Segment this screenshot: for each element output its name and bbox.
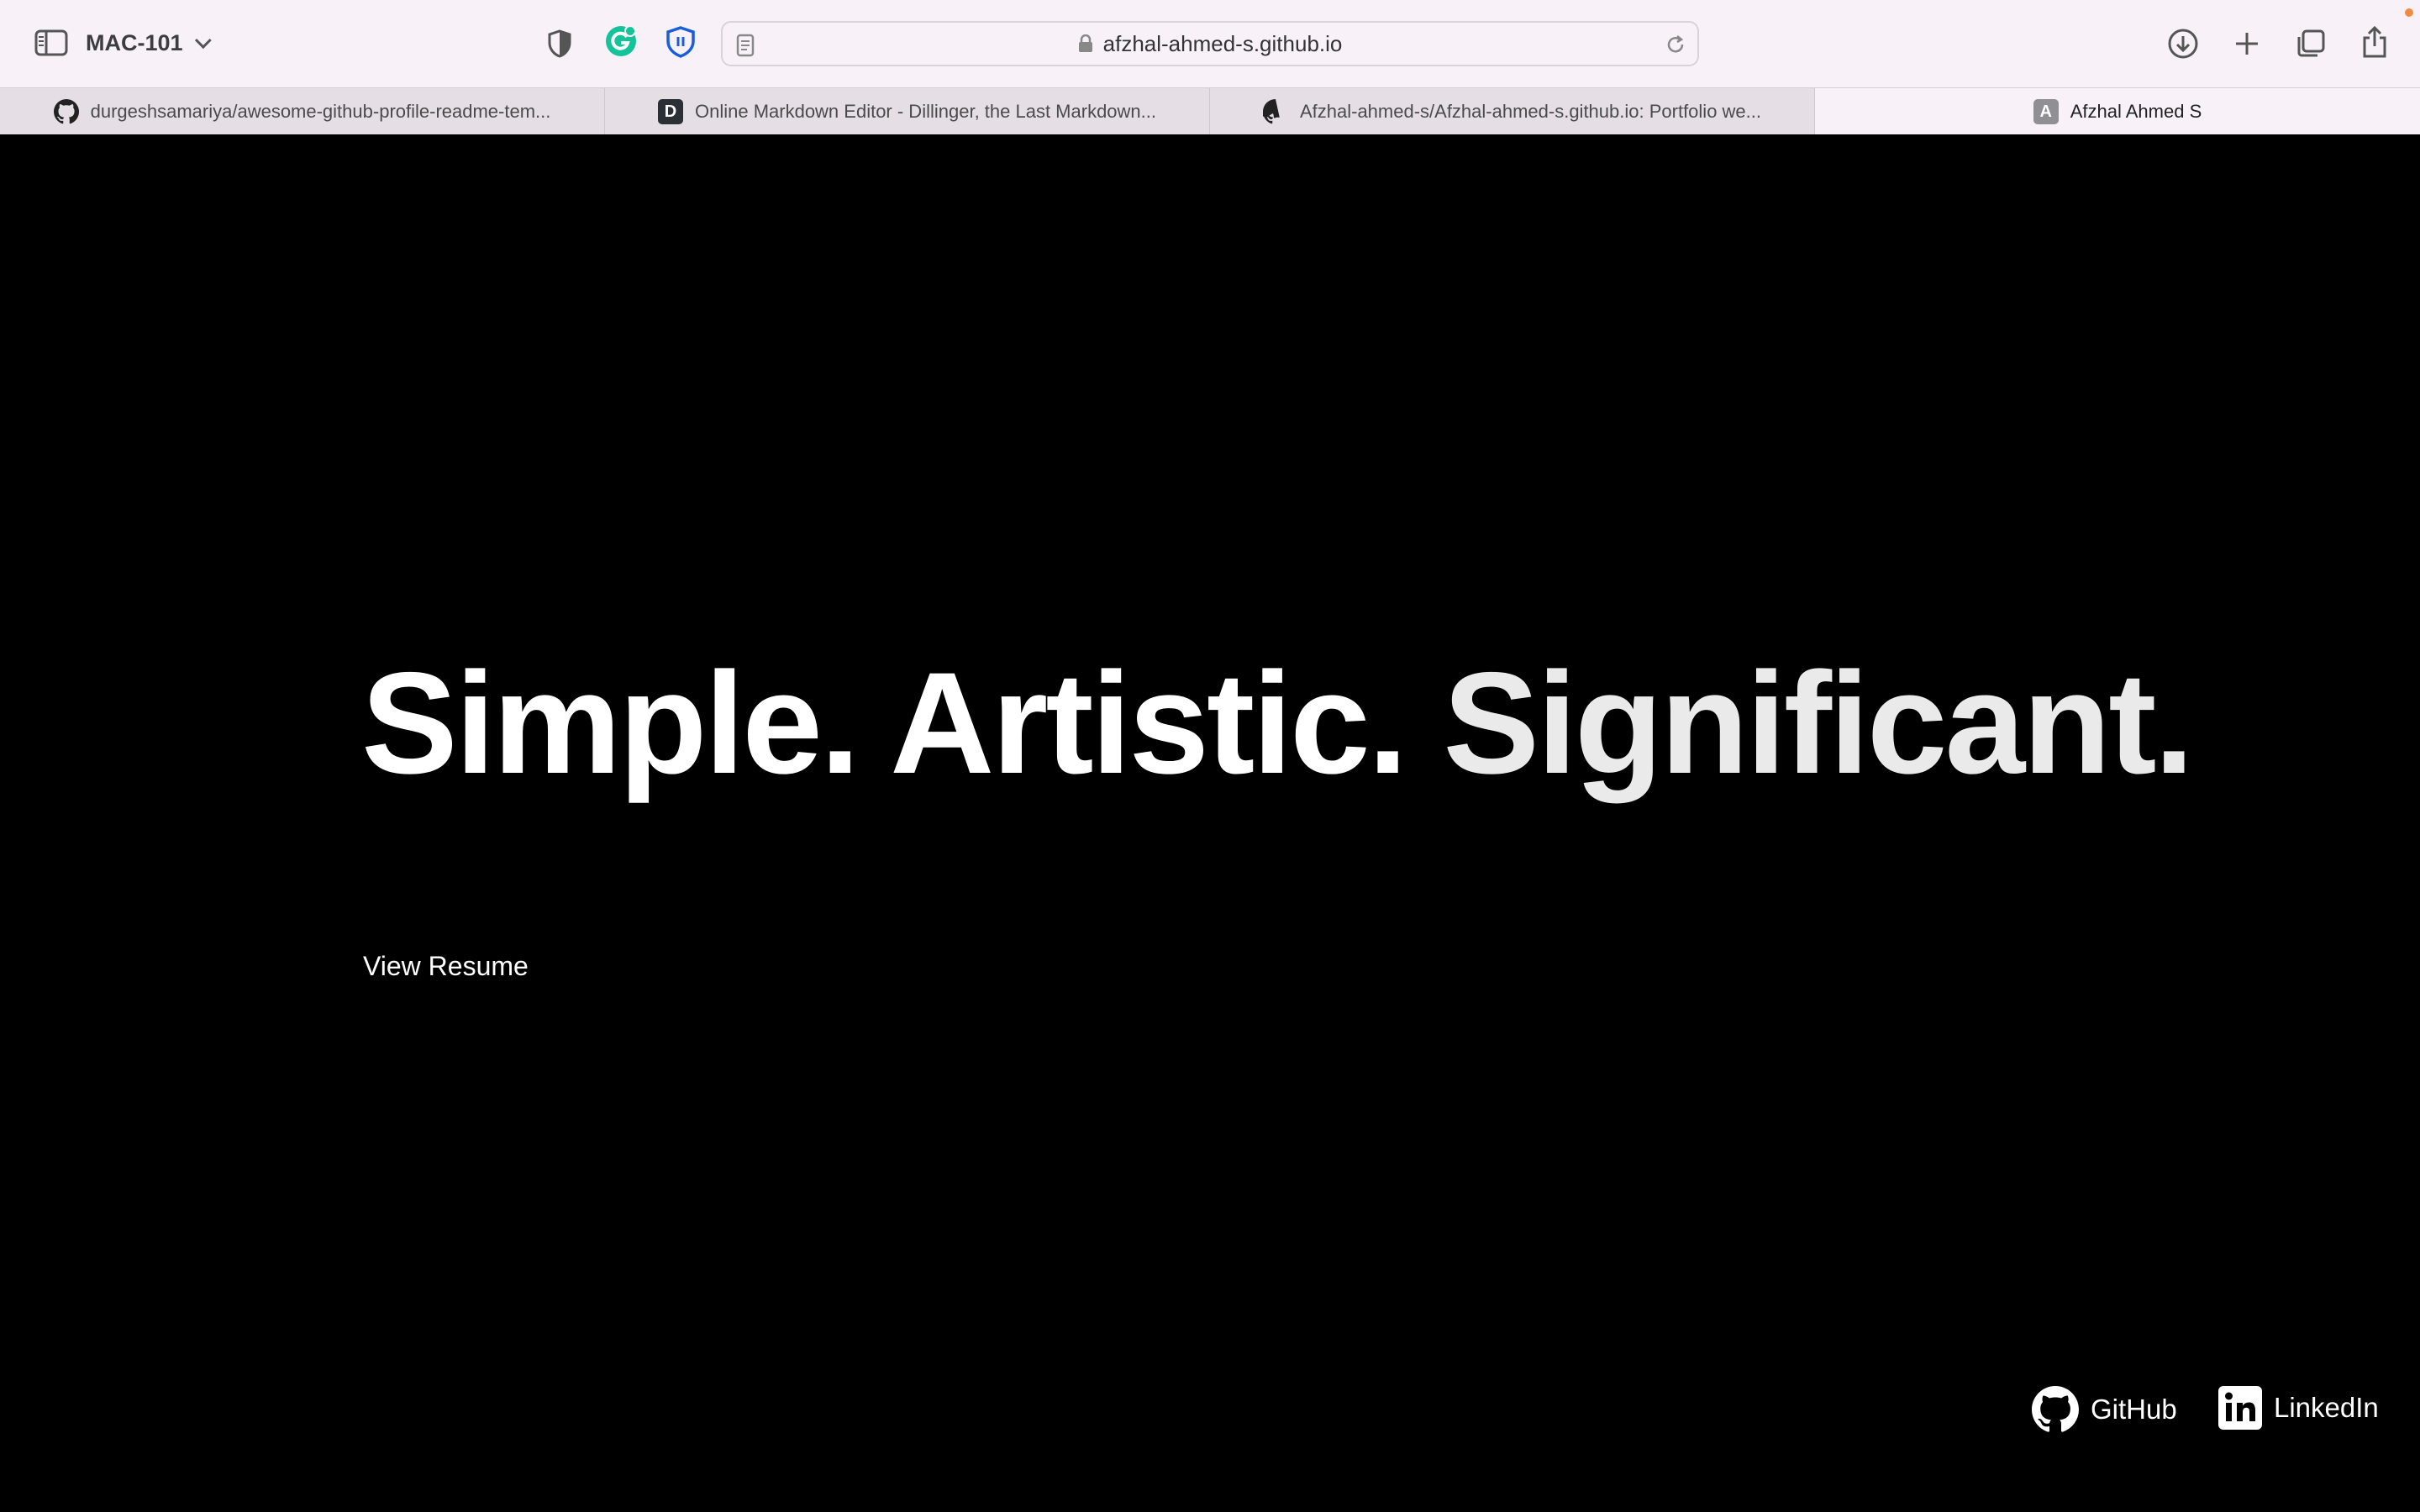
tab-overview-button[interactable]: [2291, 24, 2331, 64]
tab-title: Afzhal Ahmed S: [2070, 101, 2202, 122]
linkedin-label: LinkedIn: [2274, 1392, 2379, 1423]
hero-word-significant: Significant.: [1443, 643, 2194, 804]
tab-title: durgeshsamariya/awesome-github-profile-r…: [90, 101, 551, 122]
shield-icon: [548, 29, 571, 58]
notification-dot: [2405, 8, 2413, 17]
linkedin-icon: [2218, 1386, 2262, 1430]
grammarly-icon: [606, 25, 636, 56]
download-icon: [2168, 29, 2198, 59]
address-bar[interactable]: afzhal-ahmed-s.github.io: [721, 21, 1699, 66]
url-text: afzhal-ahmed-s.github.io: [1102, 30, 1343, 56]
linkedin-link[interactable]: LinkedIn: [2218, 1386, 2379, 1430]
tab-overview-icon: [2297, 29, 2325, 57]
site-letter-icon: A: [2033, 99, 2059, 124]
dillinger-icon: D: [657, 99, 683, 124]
hero-word-simple: Simple.: [361, 643, 860, 804]
hero-heading: Simple. Artistic. Significant.: [361, 651, 2210, 795]
downloads-button[interactable]: [2163, 24, 2203, 64]
bitwarden-extension-button[interactable]: [662, 24, 699, 60]
tab-afzhal-ahmed-s[interactable]: A Afzhal Ahmed S: [1815, 88, 2420, 135]
profile-name: MAC-101: [86, 29, 183, 55]
page-content: Simple. Artistic. Significant. View Resu…: [0, 134, 2420, 1512]
grammarly-extension-button[interactable]: [603, 24, 639, 59]
tab-title: Online Markdown Editor - Dillinger, the …: [694, 101, 1156, 122]
github-icon: [53, 99, 79, 124]
plus-icon: [2236, 33, 2258, 55]
bitwarden-icon: [666, 26, 695, 58]
tab-portfolio-repo[interactable]: Afzhal-ahmed-s/Afzhal-ahmed-s.github.io:…: [1210, 88, 1815, 135]
github-link[interactable]: GitHub: [2032, 1386, 2177, 1433]
share-icon: [2363, 25, 2386, 58]
lock-icon: [1078, 34, 1092, 52]
tab-dillinger[interactable]: D Online Markdown Editor - Dillinger, th…: [605, 88, 1210, 135]
sidebar-icon: [34, 29, 68, 56]
chevron-down-icon: [194, 32, 212, 50]
profile-menu-button[interactable]: MAC-101: [86, 24, 212, 62]
tab-title: Afzhal-ahmed-s/Afzhal-ahmed-s.github.io:…: [1299, 101, 1762, 122]
browser-toolbar: MAC-101 afzhal-ahmed-s.github.io: [0, 0, 2420, 87]
view-resume-link[interactable]: View Resume: [363, 951, 529, 982]
reload-icon[interactable]: [1664, 33, 1687, 56]
sidebar-toggle-button[interactable]: [30, 25, 72, 60]
share-button[interactable]: [2354, 20, 2395, 64]
github-icon: [1262, 99, 1288, 124]
privacy-report-button[interactable]: [541, 25, 578, 62]
tab-bar: durgeshsamariya/awesome-github-profile-r…: [0, 87, 2420, 135]
github-icon: [2032, 1386, 2079, 1432]
new-tab-button[interactable]: [2227, 24, 2267, 64]
hero-word-artistic: Artistic.: [890, 643, 1407, 804]
github-label: GitHub: [2091, 1394, 2177, 1425]
tab-awesome-github-profile[interactable]: durgeshsamariya/awesome-github-profile-r…: [0, 88, 605, 135]
